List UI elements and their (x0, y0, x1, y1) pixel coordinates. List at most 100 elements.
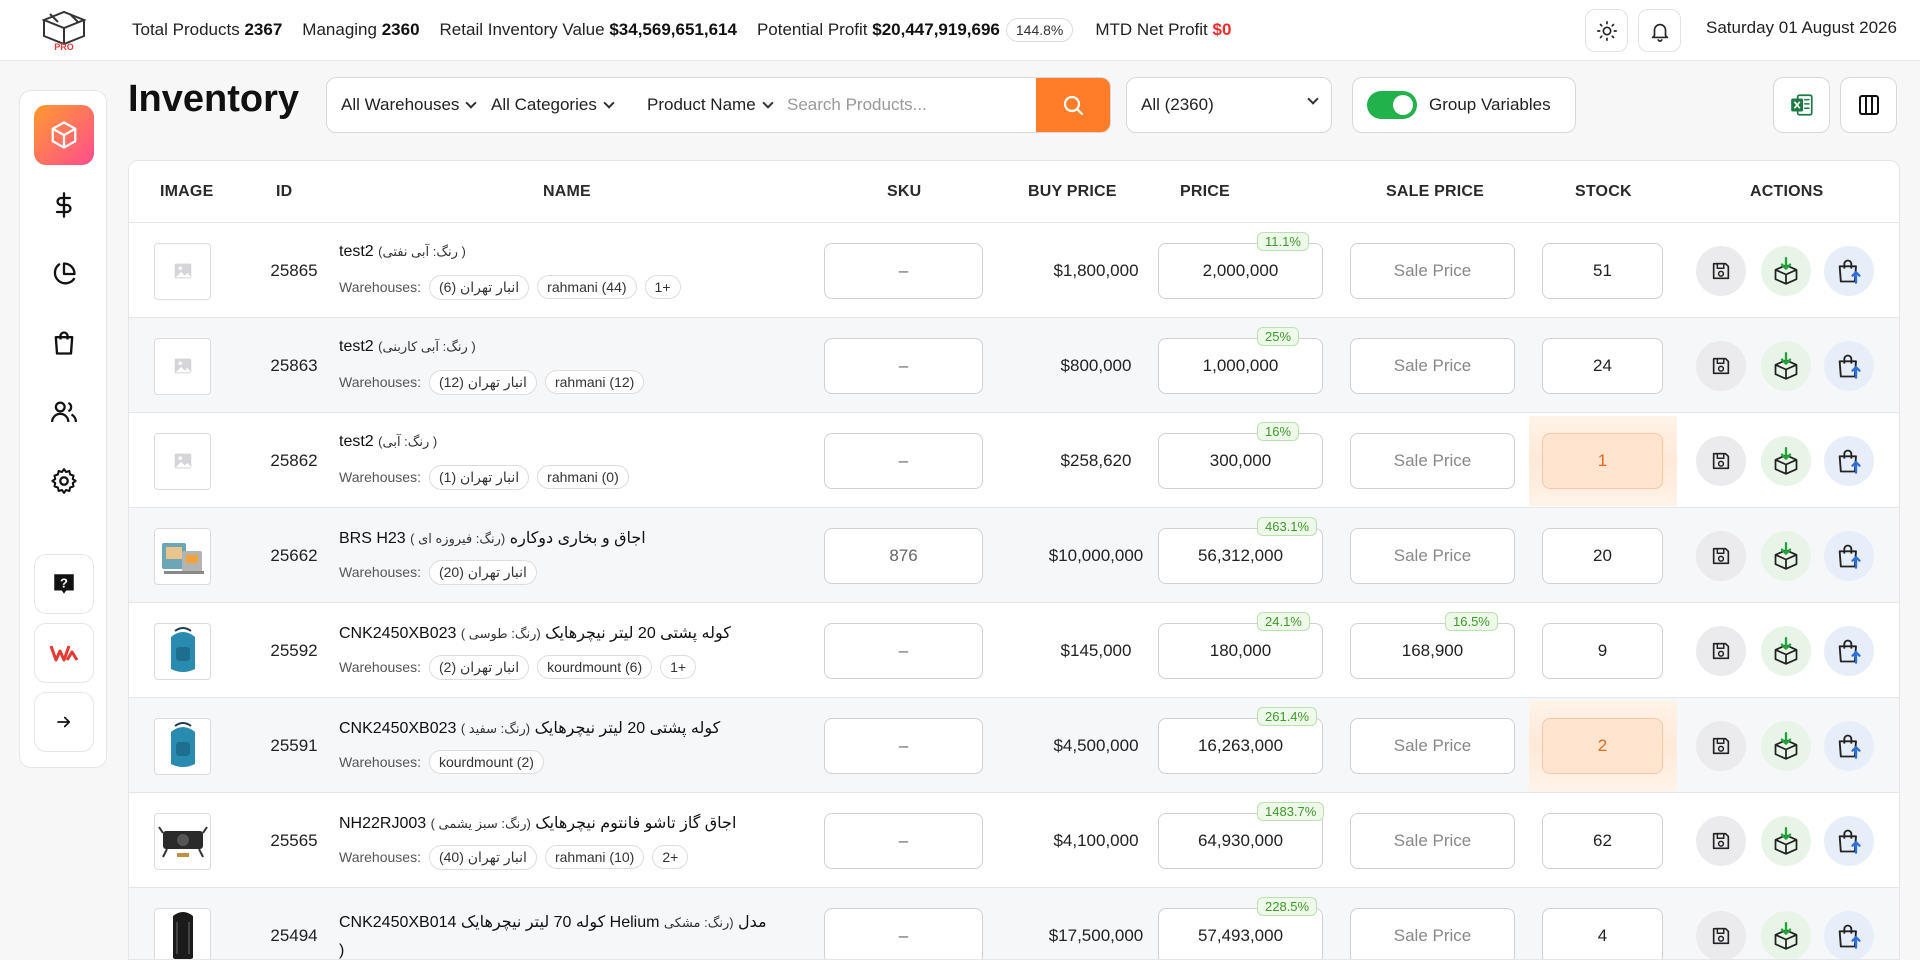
warehouse-chip[interactable]: انبار تهران (40) (428, 844, 537, 870)
save-button[interactable] (1696, 910, 1746, 959)
product-name[interactable]: CNK2450XB023 کوله پشتی 20 لیتر نیچرهایک … (339, 623, 731, 643)
transfer-stock-button[interactable] (1824, 530, 1874, 581)
product-image[interactable] (154, 812, 211, 870)
stock-field[interactable]: 2 (1542, 717, 1663, 774)
stock-field[interactable]: 62 (1542, 812, 1663, 869)
column-header-sale-price[interactable]: SALE PRICE (1386, 183, 1484, 201)
warehouse-chip[interactable]: rahmani (44) (537, 275, 637, 299)
save-button[interactable] (1696, 720, 1746, 771)
toggle-switch[interactable] (1367, 91, 1417, 119)
warehouse-chip[interactable]: 1+ (660, 655, 697, 679)
export-excel-button[interactable] (1773, 77, 1830, 133)
product-image[interactable] (154, 907, 211, 959)
product-name[interactable]: BRS H23 اجاق و بخاری دوکاره (رنگ: فیروزه… (339, 528, 646, 548)
notifications-button[interactable] (1638, 9, 1681, 52)
warehouse-chip[interactable]: انبار تهران (6) (428, 274, 530, 300)
sale-price-field[interactable]: Sale Price (1350, 432, 1515, 489)
save-button[interactable] (1696, 435, 1746, 486)
search-button[interactable] (1036, 78, 1110, 132)
sku-field[interactable]: – (824, 242, 983, 299)
transfer-stock-button[interactable] (1824, 340, 1874, 391)
sku-field[interactable]: 876 (824, 527, 983, 584)
sale-price-field[interactable]: Sale Price (1350, 717, 1515, 774)
price-field[interactable]: 56,312,000 (1158, 527, 1323, 584)
receive-stock-button[interactable] (1761, 720, 1811, 771)
sale-price-field[interactable]: 168,900 (1350, 622, 1515, 679)
category-filter-dropdown[interactable]: All Categories (491, 78, 615, 132)
transfer-stock-button[interactable] (1824, 625, 1874, 676)
sidebar-item-users[interactable] (34, 382, 94, 442)
column-header-buy-price[interactable]: BUY PRICE (1028, 183, 1117, 201)
save-button[interactable] (1696, 340, 1746, 391)
sku-field[interactable]: – (824, 907, 983, 959)
table-row[interactable]: 25865 test2 (رنگ: آبی نفتی ) Warehouses: ان… (129, 223, 1899, 318)
transfer-stock-button[interactable] (1824, 720, 1874, 771)
product-name[interactable]: test2 (رنگ: آبی نفتی ) (339, 243, 466, 261)
product-name[interactable]: CNK2450XB023 کوله پشتی 20 لیتر نیچرهایک … (339, 718, 720, 738)
product-image[interactable] (154, 717, 211, 775)
save-button[interactable] (1696, 625, 1746, 676)
stock-field[interactable]: 4 (1542, 907, 1663, 959)
price-field[interactable]: 2,000,000 (1158, 242, 1323, 299)
theme-toggle-button[interactable] (1585, 9, 1628, 52)
sku-field[interactable]: – (824, 717, 983, 774)
sku-field[interactable]: – (824, 812, 983, 869)
column-header-name[interactable]: NAME (543, 183, 591, 201)
stock-field[interactable]: 51 (1542, 242, 1663, 299)
product-image[interactable] (154, 242, 211, 300)
warehouse-chip[interactable]: 1+ (644, 275, 681, 299)
transfer-stock-button[interactable] (1824, 245, 1874, 296)
stock-field[interactable]: 20 (1542, 527, 1663, 584)
sidebar-expand-button[interactable] (34, 692, 94, 752)
price-field[interactable]: 1,000,000 (1158, 337, 1323, 394)
table-row[interactable]: 25662 BRS H23 اجاق و بخاری دوکاره (رنگ: ف… (129, 508, 1899, 603)
price-field[interactable]: 64,930,000 (1158, 812, 1323, 869)
column-header-id[interactable]: ID (276, 183, 292, 201)
table-row[interactable]: 25494 CNK2450XB014 کوله 70 لیتر نیچرهایک … (129, 888, 1899, 959)
receive-stock-button[interactable] (1761, 435, 1811, 486)
transfer-stock-button[interactable] (1824, 435, 1874, 486)
transfer-stock-button[interactable] (1824, 815, 1874, 866)
logo[interactable]: PRO (36, 8, 92, 52)
sale-price-field[interactable]: Sale Price (1350, 527, 1515, 584)
transfer-stock-button[interactable] (1824, 910, 1874, 959)
sale-price-field[interactable]: Sale Price (1350, 907, 1515, 959)
product-image[interactable] (154, 622, 211, 680)
sidebar-item-finance[interactable] (34, 175, 94, 235)
product-image[interactable] (154, 432, 211, 490)
warehouse-chip[interactable]: انبار تهران (2) (428, 654, 530, 680)
sidebar-item-reports[interactable] (34, 244, 94, 304)
search-field-dropdown[interactable]: Product Name (647, 78, 774, 132)
warehouse-chip[interactable]: rahmani (10) (544, 845, 645, 869)
price-field[interactable]: 180,000 (1158, 622, 1323, 679)
price-field[interactable]: 300,000 (1158, 432, 1323, 489)
receive-stock-button[interactable] (1761, 340, 1811, 391)
column-header-price[interactable]: PRICE (1180, 183, 1230, 201)
sidebar-item-brand[interactable] (34, 623, 94, 683)
columns-toggle-button[interactable] (1840, 77, 1897, 133)
warehouse-chip[interactable]: rahmani (0) (537, 465, 629, 489)
receive-stock-button[interactable] (1761, 815, 1811, 866)
receive-stock-button[interactable] (1761, 625, 1811, 676)
group-variables-toggle[interactable]: Group Variables (1352, 77, 1576, 133)
warehouse-chip[interactable]: rahmani (12) (544, 370, 645, 394)
save-button[interactable] (1696, 815, 1746, 866)
sku-field[interactable]: – (824, 432, 983, 489)
table-row[interactable]: 25592 CNK2450XB023 کوله پشتی 20 لیتر نیچر… (129, 603, 1899, 698)
warehouse-chip[interactable]: انبار تهران (12) (428, 369, 537, 395)
sale-price-field[interactable]: Sale Price (1350, 337, 1515, 394)
stock-field[interactable]: 9 (1542, 622, 1663, 679)
status-filter-select[interactable]: All (2360) (1126, 77, 1332, 133)
sidebar-item-help[interactable]: ? (34, 554, 94, 614)
warehouse-chip[interactable]: kourdmount (2) (428, 749, 544, 774)
sku-field[interactable]: – (824, 622, 983, 679)
sale-price-field[interactable]: Sale Price (1350, 242, 1515, 299)
warehouse-chip[interactable]: kourdmount (6) (537, 655, 653, 679)
sidebar-item-inventory[interactable] (34, 105, 94, 165)
receive-stock-button[interactable] (1761, 910, 1811, 959)
stock-field[interactable]: 24 (1542, 337, 1663, 394)
table-row[interactable]: 25863 test2 (رنگ: آبی کاربنی ) Warehouses:… (129, 318, 1899, 413)
column-header-stock[interactable]: STOCK (1575, 183, 1632, 201)
price-field[interactable]: 16,263,000 (1158, 717, 1323, 774)
product-name[interactable]: test2 (رنگ: آبی ) (339, 433, 437, 451)
